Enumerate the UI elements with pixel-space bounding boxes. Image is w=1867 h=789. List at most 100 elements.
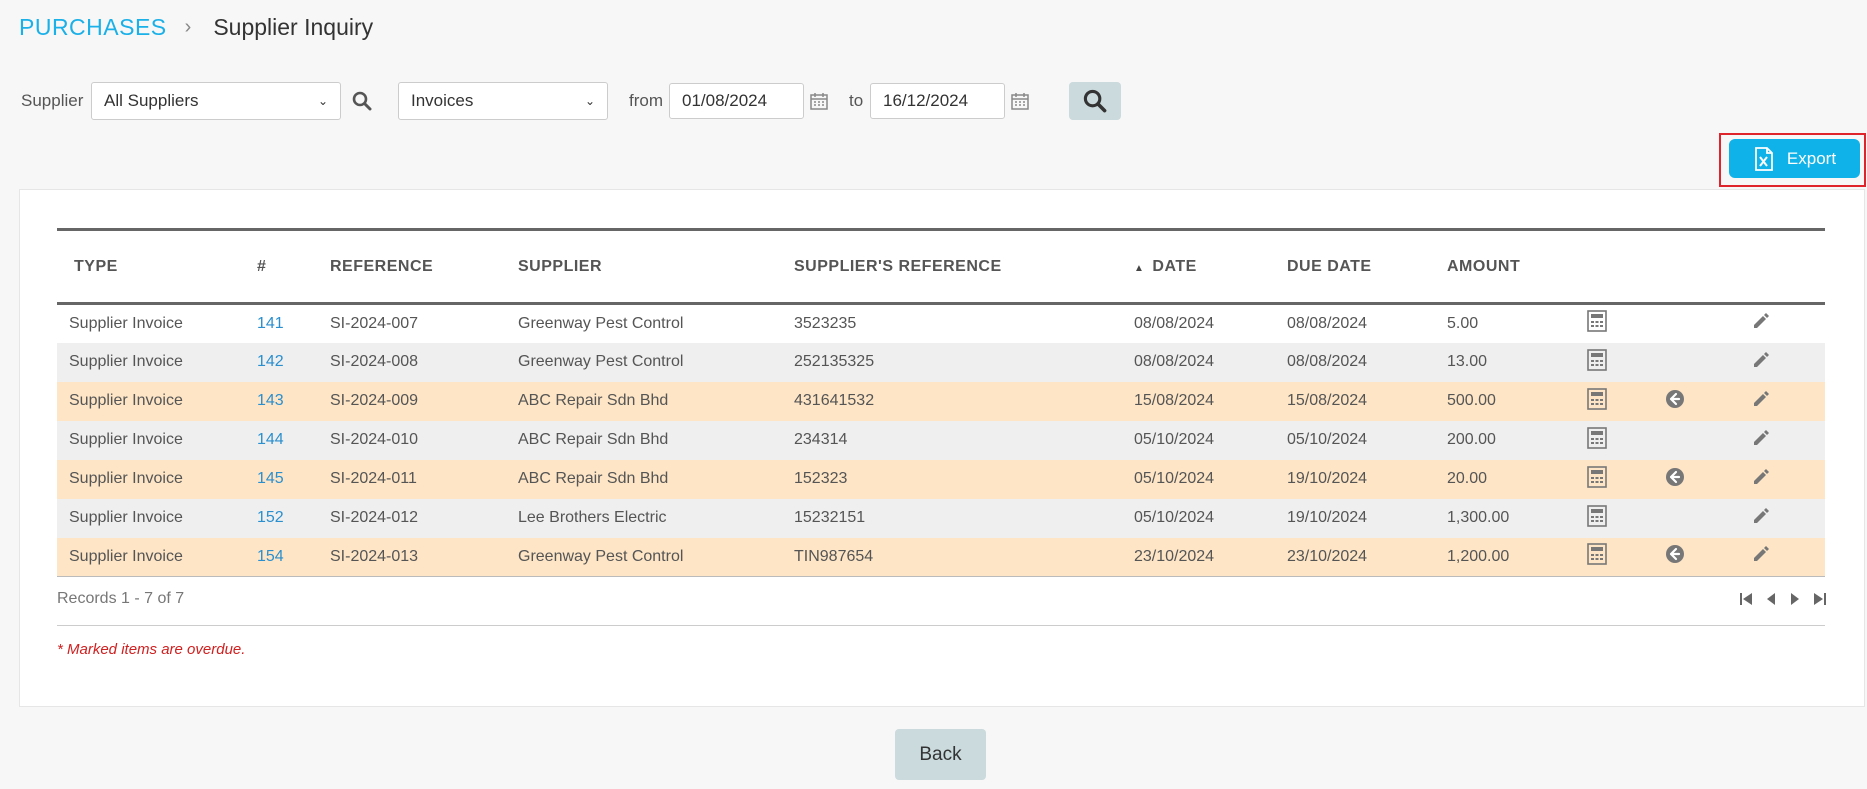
pencil-icon[interactable] (1751, 350, 1771, 370)
cell-edit (1751, 304, 1825, 343)
cell-due-date: 15/08/2024 (1287, 392, 1368, 409)
page-title: Supplier Inquiry (213, 14, 374, 40)
cell-supplier-ref: 431641532 (794, 392, 875, 409)
supplier-label: Supplier (21, 91, 84, 110)
cell-return (1653, 343, 1751, 382)
invoice-number-link[interactable]: 144 (257, 431, 284, 448)
cell-calc (1587, 538, 1653, 577)
cell-calc (1587, 382, 1653, 421)
cell-calc (1587, 343, 1653, 382)
calculator-icon[interactable] (1587, 465, 1607, 488)
cell-amount: 500.00 (1447, 392, 1496, 409)
cell-type: Supplier Invoice (69, 314, 183, 332)
document-type-select[interactable]: Invoices ⌄ (398, 82, 608, 120)
cell-date: 08/08/2024 (1134, 314, 1215, 332)
cell-amount: 5.00 (1447, 314, 1479, 332)
chevron-down-icon: ⌄ (584, 94, 595, 108)
calculator-icon[interactable] (1587, 504, 1607, 527)
calculator-icon[interactable] (1587, 348, 1607, 371)
prev-page-icon[interactable] (1766, 592, 1776, 606)
calculator-icon[interactable] (1587, 387, 1607, 410)
excel-file-icon (1755, 146, 1773, 171)
cell-amount: 1,200.00 (1447, 547, 1510, 565)
invoice-number-link[interactable]: 145 (257, 470, 284, 487)
pencil-icon[interactable] (1751, 428, 1771, 448)
return-arrow-icon[interactable] (1665, 544, 1685, 564)
cell-edit (1751, 382, 1825, 421)
table-row: Supplier Invoice 144 SI-2024-010 ABC Repair… (57, 420, 1825, 460)
cell-reference: SI-2024-012 (330, 509, 419, 526)
results-panel: TYPE # REFERENCE SUPPLIER SUPPLIER'S REF… (19, 189, 1865, 707)
breadcrumb-purchases-link[interactable]: PURCHASES (19, 14, 167, 41)
cell-due-date: 08/08/2024 (1287, 314, 1368, 332)
invoice-number-link[interactable]: 141 (257, 315, 284, 332)
return-arrow-icon[interactable] (1665, 467, 1685, 487)
supplier-select[interactable]: All Suppliers ⌄ (91, 82, 341, 120)
col-amount-header[interactable]: AMOUNT (1447, 230, 1587, 304)
from-date-input[interactable]: 01/08/2024 (669, 83, 804, 119)
calculator-icon[interactable] (1587, 426, 1607, 449)
cell-num: 143 (257, 382, 330, 421)
pencil-icon[interactable] (1751, 311, 1771, 331)
calculator-icon[interactable] (1587, 543, 1607, 566)
cell-type: Supplier Invoice (69, 431, 183, 448)
cell-reference: SI-2024-008 (330, 353, 419, 370)
col-date-header[interactable]: ▲ DATE (1134, 230, 1287, 304)
cell-num: 152 (257, 499, 330, 538)
supplier-select-value: All Suppliers (104, 91, 199, 110)
invoice-number-link[interactable]: 152 (257, 509, 284, 526)
calculator-icon[interactable] (1587, 310, 1607, 333)
cell-type: Supplier Invoice (69, 392, 183, 409)
cell-supplier: ABC Repair Sdn Bhd (518, 431, 669, 448)
supplier-search-icon[interactable] (350, 89, 374, 113)
table-row: Supplier Invoice 152 SI-2024-012 Lee Brothe… (57, 498, 1825, 538)
invoice-number-link[interactable]: 154 (257, 548, 284, 565)
calendar-icon[interactable] (1009, 90, 1031, 112)
calendar-icon[interactable] (808, 90, 830, 112)
cell-amount: 13.00 (1447, 353, 1488, 370)
col-supplier-ref-header[interactable]: SUPPLIER'S REFERENCE (794, 230, 1134, 304)
return-arrow-icon[interactable] (1665, 389, 1685, 409)
to-label: to (849, 91, 864, 110)
cell-supplier: Greenway Pest Control (518, 314, 684, 332)
document-type-value: Invoices (411, 91, 474, 110)
back-button[interactable]: Back (895, 729, 986, 780)
cell-date: 05/10/2024 (1134, 431, 1215, 448)
cell-supplier-ref: 252135325 (794, 353, 875, 370)
to-date-input[interactable]: 16/12/2024 (870, 83, 1005, 119)
pencil-icon[interactable] (1751, 389, 1771, 409)
col-due-date-header[interactable]: DUE DATE (1287, 230, 1447, 304)
cell-date: 08/08/2024 (1134, 353, 1215, 370)
search-button[interactable] (1069, 82, 1121, 120)
col-num-header[interactable]: # (257, 230, 330, 304)
next-page-icon[interactable] (1790, 592, 1800, 606)
table-row: Supplier Invoice 141 SI-2024-007 Greenway P… (57, 303, 1825, 343)
cell-amount: 200.00 (1447, 431, 1496, 448)
first-page-icon[interactable] (1740, 592, 1752, 606)
cell-date: 15/08/2024 (1134, 392, 1215, 409)
invoice-number-link[interactable]: 143 (257, 392, 284, 409)
export-button[interactable]: Export (1729, 139, 1860, 178)
search-icon (1083, 89, 1107, 113)
chevron-down-icon: ⌄ (317, 94, 328, 108)
cell-return (1653, 499, 1751, 538)
cell-return (1653, 382, 1751, 421)
cell-supplier: Greenway Pest Control (518, 353, 684, 370)
cell-reference: SI-2024-010 (330, 431, 419, 448)
table-row: Supplier Invoice 142 SI-2024-008 Greenway P… (57, 342, 1825, 382)
col-supplier-header[interactable]: SUPPLIER (518, 230, 794, 304)
col-reference-header[interactable]: REFERENCE (330, 230, 518, 304)
pencil-icon[interactable] (1751, 467, 1771, 487)
cell-due-date: 05/10/2024 (1287, 431, 1368, 448)
divider (57, 625, 1825, 626)
pencil-icon[interactable] (1751, 544, 1771, 564)
col-type-header[interactable]: TYPE (57, 230, 257, 304)
pencil-icon[interactable] (1751, 506, 1771, 526)
last-page-icon[interactable] (1814, 592, 1826, 606)
cell-reference: SI-2024-007 (330, 314, 419, 332)
cell-calc (1587, 304, 1653, 343)
invoice-number-link[interactable]: 142 (257, 353, 284, 370)
supplier-inquiry-table: TYPE # REFERENCE SUPPLIER SUPPLIER'S REF… (57, 228, 1825, 577)
col-action-3-header (1751, 230, 1825, 304)
cell-edit (1751, 538, 1825, 577)
